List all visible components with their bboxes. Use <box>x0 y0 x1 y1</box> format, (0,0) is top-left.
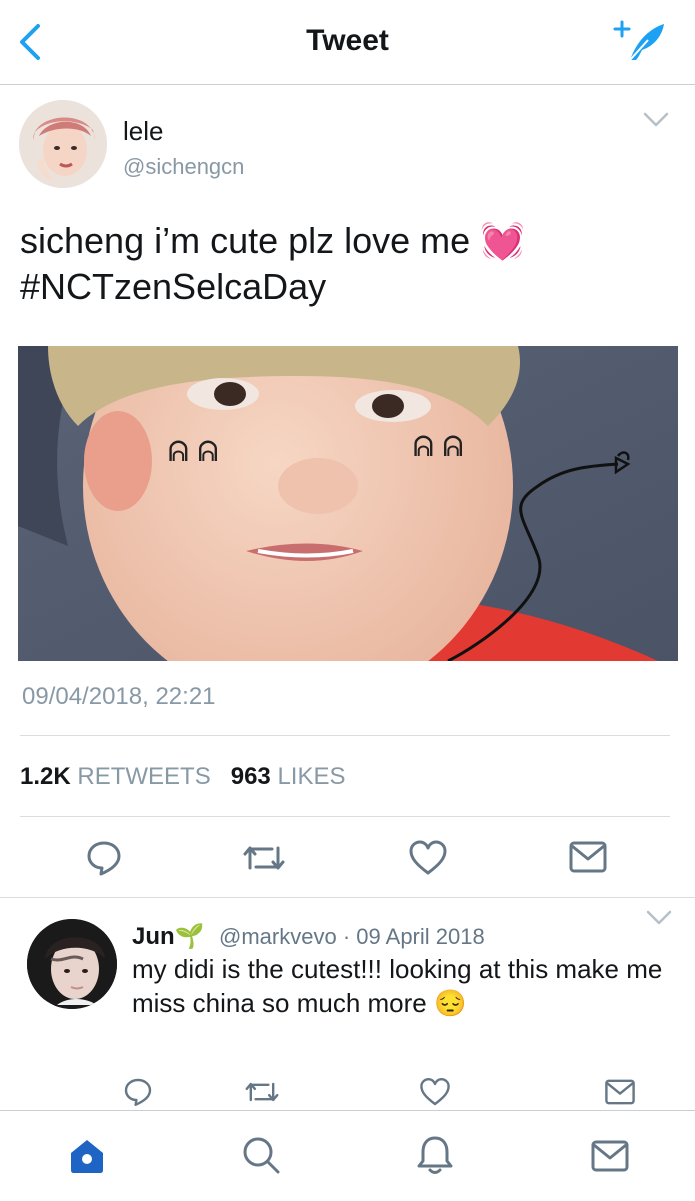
chevron-down-icon <box>643 112 669 127</box>
messages-icon <box>591 1140 629 1172</box>
tweet-text-line: sicheng i’m cute plz love me <box>20 220 471 261</box>
heart-outline-icon <box>420 1078 450 1106</box>
heart-outline-icon <box>409 840 447 875</box>
tweet-stats: 1.2K RETWEETS 963 LIKES <box>20 763 346 791</box>
compose-button[interactable] <box>612 18 668 64</box>
compose-quill-icon <box>613 20 664 61</box>
author-avatar[interactable] <box>19 100 107 188</box>
heart-emoji: 💓 <box>480 220 526 261</box>
author-name[interactable]: lele <box>123 116 163 147</box>
retweet-icon <box>245 1082 279 1102</box>
like-button[interactable] <box>408 838 448 878</box>
reply-options-button[interactable] <box>644 908 674 928</box>
tab-messages[interactable] <box>590 1139 630 1173</box>
divider <box>20 816 670 817</box>
hashtag-link[interactable]: #NCTzenSelcaDay <box>20 266 326 307</box>
seedling-emoji: 🌱 <box>174 923 205 950</box>
photo-doodle: ᕱ ᕱ <box>413 430 463 463</box>
envelope-icon <box>605 1079 635 1105</box>
reply-text: my didi is the cutest!!! looking at this… <box>132 952 682 1020</box>
page-title: Tweet <box>306 24 389 57</box>
tweet-timestamp: 09/04/2018, 22:21 <box>22 683 216 710</box>
tab-home[interactable] <box>67 1136 107 1176</box>
reply-author-name[interactable]: Jun🌱 <box>132 922 205 951</box>
reply-button[interactable] <box>84 838 124 878</box>
retweets-count[interactable]: 1.2K <box>20 763 71 790</box>
chevron-down-icon <box>646 910 672 925</box>
reply-retweet-button[interactable] <box>244 1076 280 1108</box>
home-icon <box>71 1140 103 1173</box>
section-separator <box>0 897 695 898</box>
search-icon <box>243 1137 280 1174</box>
pensive-emoji: 😔 <box>434 988 467 1018</box>
envelope-icon <box>569 841 607 873</box>
tab-search[interactable] <box>240 1134 282 1176</box>
reply-date[interactable]: 09 April 2018 <box>356 924 484 949</box>
divider <box>20 735 670 736</box>
reply-icon <box>124 1078 152 1106</box>
reply-like-button[interactable] <box>419 1076 451 1108</box>
reply-author-avatar[interactable] <box>27 919 117 1009</box>
reply-direct-message-button[interactable] <box>604 1078 636 1106</box>
reply-reply-button[interactable] <box>122 1076 154 1108</box>
reply-meta: @markvevo · 09 April 2018 <box>219 924 485 950</box>
retweets-label[interactable]: RETWEETS <box>77 763 210 790</box>
reply-author-name-text: Jun <box>132 923 175 950</box>
photo-doodle: ᕱ ᕱ <box>168 435 218 468</box>
tab-notifications[interactable] <box>415 1134 455 1176</box>
tweet-options-button[interactable] <box>641 110 671 130</box>
author-handle[interactable]: @sichengcn <box>123 154 244 180</box>
direct-message-button[interactable] <box>568 840 608 874</box>
retweet-icon <box>243 846 285 870</box>
reply-text-body: my didi is the cutest!!! looking at this… <box>132 954 663 1018</box>
retweet-button[interactable] <box>242 838 286 878</box>
tweet-text: sicheng i’m cute plz love me 💓 #NCTzenSe… <box>20 218 670 310</box>
tweet-photo[interactable]: ᕱ ᕱ ᕱ ᕱ <box>18 346 678 661</box>
reply-icon <box>87 841 121 876</box>
meta-separator: · <box>342 924 351 949</box>
likes-count[interactable]: 963 <box>231 763 271 790</box>
reply-author-handle[interactable]: @markvevo <box>219 924 337 949</box>
notifications-icon <box>417 1136 453 1174</box>
likes-label[interactable]: LIKES <box>277 763 345 790</box>
